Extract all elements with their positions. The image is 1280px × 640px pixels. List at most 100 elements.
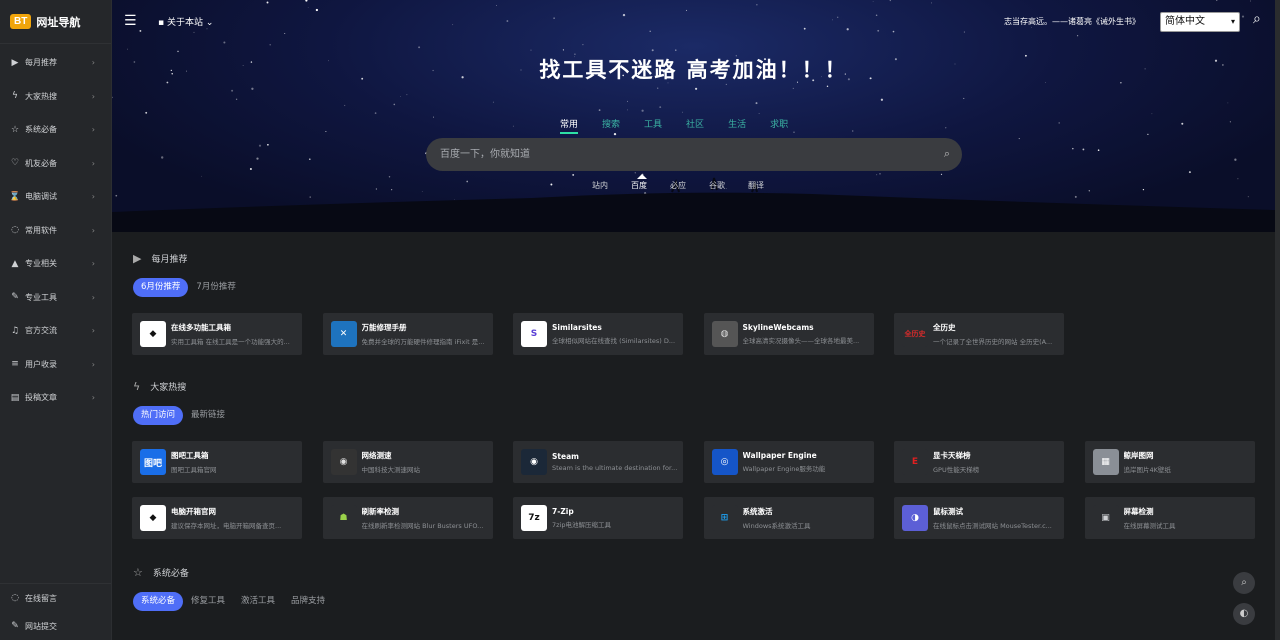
float-search-icon[interactable]: ⌕ bbox=[1233, 572, 1255, 594]
chat-icon: ◌ bbox=[11, 225, 19, 236]
section-tab[interactable]: 热门访问 bbox=[133, 406, 184, 425]
search-icon[interactable]: ⌕ bbox=[1253, 11, 1261, 27]
site-logo-icon: ⊞ bbox=[711, 505, 738, 531]
search-engine-tab[interactable]: 百度 bbox=[631, 174, 647, 191]
site-logo-icon: 全历史 bbox=[902, 321, 928, 347]
section-tab[interactable]: 修复工具 bbox=[183, 592, 233, 611]
site-logo-icon: ◆ bbox=[140, 321, 166, 347]
brand-name[interactable]: 网址导航 bbox=[36, 14, 80, 30]
sidebar-bottom-item[interactable]: ◌ 在线留言 bbox=[0, 584, 111, 612]
search-input[interactable] bbox=[440, 138, 920, 171]
sidebar-item[interactable]: ϟ 大家热搜 › bbox=[0, 80, 111, 114]
sidebar-item[interactable]: ♡ 机友必备 › bbox=[0, 147, 111, 181]
site-card[interactable]: ⊞ 系统激活 Windows系统激活工具 bbox=[703, 497, 874, 539]
section-tab[interactable]: 品牌支持 bbox=[283, 592, 333, 611]
hero-banner: ☰ ▪ 关于本站 ⌄ 志当存高远。——诸葛亮《诫外生书》 简体中文 ▾ ⌕ 找工… bbox=[112, 0, 1275, 232]
about-site-menu[interactable]: ▪ 关于本站 ⌄ bbox=[158, 15, 213, 28]
site-card[interactable]: ▣ 屏幕检测 在线屏幕测试工具 bbox=[1084, 497, 1255, 539]
search-engine-tab[interactable]: 站内 bbox=[592, 180, 608, 191]
site-logo-icon: ◉ bbox=[330, 449, 357, 475]
site-logo-icon: 7z bbox=[521, 505, 547, 531]
sidebar-item[interactable]: ⌛ 电脑调试 › bbox=[0, 180, 111, 214]
pen-icon: ✎ bbox=[11, 621, 19, 631]
site-description: 在线鼠标点击测试网站 MouseTester.c... bbox=[933, 522, 1052, 530]
search-engine-tab[interactable]: 谷歌 bbox=[709, 180, 725, 191]
article-icon: ▤ bbox=[10, 392, 20, 403]
section-tab[interactable]: 激活工具 bbox=[233, 592, 283, 611]
sidebar-item-label: 每月推荐 bbox=[25, 58, 57, 68]
chevron-right-icon: › bbox=[91, 192, 95, 202]
sidebar-item-label: 电脑调试 bbox=[25, 192, 57, 202]
site-description: 追岸图片4K壁纸 bbox=[1123, 466, 1171, 474]
sidebar-item[interactable]: ▲ 专业相关 › bbox=[0, 247, 111, 281]
site-card[interactable]: 图吧 图吧工具箱 图吧工具箱官网 bbox=[132, 441, 302, 483]
video-icon: ▶ bbox=[11, 57, 19, 68]
sidebar-item-label: 官方交流 bbox=[25, 326, 57, 336]
sidebar-item[interactable]: ☆ 系统必备 › bbox=[0, 113, 111, 147]
sidebar-item[interactable]: ▶ 每月推荐 › bbox=[0, 46, 111, 80]
site-card[interactable]: E 显卡天梯榜 GPU性能天梯榜 bbox=[894, 441, 1064, 483]
page-scrollbar[interactable] bbox=[1275, 0, 1280, 640]
site-card[interactable]: ◉ 网络测速 中国科技大测速网站 bbox=[322, 441, 493, 483]
sidebar-bottom-item[interactable]: ✎ 网站提交 bbox=[0, 612, 111, 640]
card-grid: ◆ 在线多功能工具箱 实用工具箱 在线工具是一个功能强大的... ✕ 万能修理手册 免费并… bbox=[132, 313, 1255, 355]
site-card[interactable]: ◑ 鼠标测试 在线鼠标点击测试网站 MouseTester.c... bbox=[894, 497, 1064, 539]
search-engine-tab[interactable]: 翻译 bbox=[748, 180, 764, 191]
sidebar-item[interactable]: ≡ 用户收录 › bbox=[0, 348, 111, 382]
chevron-down-icon: ▾ bbox=[1230, 17, 1235, 26]
site-card-text: 鲸岸图网 追岸图片4K壁纸 bbox=[1124, 450, 1255, 474]
hill-silhouette bbox=[112, 177, 1275, 232]
theme-toggle-icon[interactable]: ◐ bbox=[1233, 603, 1255, 625]
site-card[interactable]: ◆ 电脑开箱官网 建议保存本网址，电脑开箱网备查页... bbox=[132, 497, 302, 539]
sidebar-item[interactable]: ✎ 专业工具 › bbox=[0, 281, 111, 315]
section-heading: ☆ 系统必备 bbox=[133, 566, 189, 579]
chevron-right-icon: › bbox=[91, 91, 95, 101]
site-card-text: 7-Zip 7zip电池解压缩工具 bbox=[552, 507, 683, 529]
site-logo-icon: ◎ bbox=[711, 449, 738, 475]
site-description: 在线屏幕测试工具 bbox=[1123, 522, 1176, 530]
brand[interactable]: BT 网址导航 bbox=[0, 0, 111, 44]
section-tab[interactable]: 最新链接 bbox=[183, 406, 233, 425]
search-category-tab[interactable]: 生活 bbox=[728, 117, 746, 134]
sidebar-item[interactable]: ▤ 投稿文章 › bbox=[0, 381, 111, 415]
site-card[interactable]: ◉ Steam Steam is the ultimate destination … bbox=[513, 441, 683, 483]
lightning-icon: ϟ bbox=[133, 380, 141, 393]
site-card[interactable]: ◎ Wallpaper Engine Wallpaper Engine服务功能 bbox=[703, 441, 874, 483]
topbar: ☰ ▪ 关于本站 ⌄ 志当存高远。——诸葛亮《诫外生书》 简体中文 ▾ ⌕ bbox=[112, 0, 1275, 44]
site-card[interactable]: S Similarsites 全球相似网站在线查找 (Similarsites) D… bbox=[513, 313, 683, 355]
menu-toggle-icon[interactable]: ☰ bbox=[124, 13, 137, 29]
search-engine-tab[interactable]: 必应 bbox=[670, 180, 686, 191]
search-category-tab[interactable]: 常用 bbox=[560, 117, 579, 134]
site-description: 实用工具箱 在线工具是一个功能强大的... bbox=[171, 338, 290, 346]
site-card-text: Steam Steam is the ultimate destination f… bbox=[552, 452, 683, 472]
site-card[interactable]: ◍ SkylineWebcams 全球高清实况摄像头——全球各地最美... bbox=[703, 313, 874, 355]
site-description: 7zip电池解压缩工具 bbox=[552, 521, 611, 529]
search-submit-icon[interactable]: ⌕ bbox=[944, 147, 950, 161]
site-card[interactable]: ✕ 万能修理手册 免费并全球的万能硬件修理指南 iFixit 是... bbox=[322, 313, 493, 355]
language-select[interactable]: 简体中文 ▾ bbox=[1160, 12, 1240, 32]
site-card[interactable]: 7z 7-Zip 7zip电池解压缩工具 bbox=[513, 497, 683, 539]
site-card[interactable]: ☗ 刷新率检测 在线刷新率检测网站 Blur Busters UFO... bbox=[322, 497, 493, 539]
brand-logo[interactable]: BT bbox=[10, 14, 32, 29]
sidebar-item-label: 大家热搜 bbox=[25, 91, 57, 101]
site-card-text: 屏幕检测 在线屏幕测试工具 bbox=[1124, 506, 1255, 530]
quote-text: 志当存高远。——诸葛亮《诫外生书》 bbox=[1004, 17, 1140, 26]
site-logo-icon: ▦ bbox=[1092, 449, 1119, 475]
site-card-text: Wallpaper Engine Wallpaper Engine服务功能 bbox=[743, 451, 874, 473]
bookmark-icon: ▪ bbox=[158, 18, 165, 28]
site-card[interactable]: ▦ 鲸岸图网 追岸图片4K壁纸 bbox=[1084, 441, 1255, 483]
search-category-tab[interactable]: 社区 bbox=[686, 117, 704, 134]
bell-icon: ♫ bbox=[10, 325, 20, 336]
site-card[interactable]: ◆ 在线多功能工具箱 实用工具箱 在线工具是一个功能强大的... bbox=[132, 313, 302, 355]
sidebar-item[interactable]: ◌ 常用软件 › bbox=[0, 214, 111, 248]
section-tab[interactable]: 系统必备 bbox=[133, 592, 184, 611]
site-card[interactable]: 全历史 全历史 一个记录了全世界历史的网站 全历史(A... bbox=[894, 313, 1064, 355]
site-card-text: 图吧工具箱 图吧工具箱官网 bbox=[171, 450, 302, 474]
search-category-tab[interactable]: 工具 bbox=[644, 117, 662, 134]
section-tab[interactable]: 6月份推荐 bbox=[133, 278, 189, 297]
search-category-tab[interactable]: 搜索 bbox=[602, 117, 620, 134]
section-tab[interactable]: 7月份推荐 bbox=[188, 278, 243, 297]
site-description: Wallpaper Engine服务功能 bbox=[742, 465, 826, 473]
search-category-tab[interactable]: 求职 bbox=[770, 117, 788, 134]
sidebar-item[interactable]: ♫ 官方交流 › bbox=[0, 314, 111, 348]
